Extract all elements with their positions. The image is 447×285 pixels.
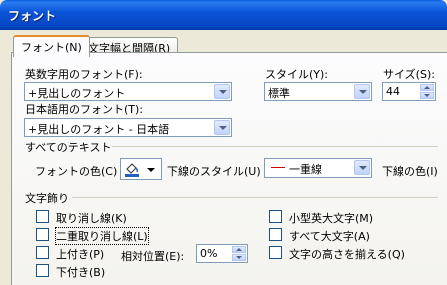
effects-heading: 文字飾り <box>25 192 69 205</box>
strikethrough-label[interactable]: 取り消し線(K) <box>56 210 127 226</box>
underline-style-value: 一重線 <box>289 163 322 176</box>
effects-divider <box>72 197 438 198</box>
small-caps-checkbox[interactable] <box>269 210 282 223</box>
spin-down-icon[interactable] <box>232 254 246 261</box>
size-spin-arrows[interactable] <box>420 84 434 99</box>
offset-spinner[interactable]: 0% <box>196 244 248 263</box>
underline-style-dropdown-icon[interactable] <box>354 160 370 175</box>
title-bar: フォント <box>0 0 447 30</box>
size-value: 44 <box>386 85 400 98</box>
equalize-height-checkbox[interactable] <box>269 246 282 259</box>
spin-up-icon[interactable] <box>420 84 434 91</box>
underline-style-label: 下線のスタイル(U) <box>167 165 261 178</box>
spin-up-icon[interactable] <box>232 246 246 253</box>
spin-down-icon[interactable] <box>420 92 434 99</box>
jp-font-combo[interactable]: +見出しのフォント - 日本語 <box>24 118 232 137</box>
all-text-divider <box>112 146 438 147</box>
superscript-checkbox[interactable] <box>36 246 49 259</box>
all-caps-label[interactable]: すべて大文字(A) <box>289 228 370 244</box>
double-strikethrough-checkbox[interactable] <box>36 228 49 241</box>
subscript-label[interactable]: 下付き(B) <box>56 264 105 280</box>
underline-sample-line <box>271 167 285 168</box>
all-caps-checkbox[interactable] <box>269 228 282 241</box>
underline-color-label: 下線の色(I) <box>382 165 438 178</box>
subscript-checkbox[interactable] <box>36 264 49 277</box>
size-label: サイズ(S): <box>383 68 435 81</box>
font-color-label: フォントの色(C) <box>35 165 118 178</box>
offset-label: 相対位置(E): <box>121 250 185 263</box>
tab-font-label: フォント(N) <box>21 41 82 54</box>
latin-font-dropdown-icon[interactable] <box>214 84 230 99</box>
jp-font-label: 日本語用のフォント(T): <box>25 103 144 116</box>
latin-font-label: 英数字用のフォント(F): <box>25 68 143 81</box>
window-title: フォント <box>8 9 57 23</box>
underline-style-combo[interactable]: 一重線 <box>264 158 372 178</box>
offset-value: 0% <box>200 247 218 260</box>
jp-font-dropdown-icon[interactable] <box>214 120 230 135</box>
size-spinner[interactable]: 44 <box>382 82 436 101</box>
tab-font[interactable]: フォント(N) <box>13 35 90 57</box>
latin-font-value: +見出しのフォント <box>28 87 126 100</box>
small-caps-label[interactable]: 小型英大文字(M) <box>289 210 373 226</box>
all-text-heading: すべてのテキスト <box>25 141 112 154</box>
font-color-button[interactable] <box>120 158 162 180</box>
strikethrough-checkbox[interactable] <box>36 210 49 223</box>
jp-font-value: +見出しのフォント - 日本語 <box>28 123 170 136</box>
latin-font-combo[interactable]: +見出しのフォント <box>24 82 232 101</box>
offset-spin-arrows[interactable] <box>232 246 246 261</box>
equalize-height-label[interactable]: 文字の高さを揃える(Q) <box>289 246 405 262</box>
paint-bucket-icon <box>124 161 140 177</box>
chevron-down-icon <box>147 168 155 172</box>
style-dropdown-icon[interactable] <box>354 84 370 99</box>
style-combo[interactable]: 標準 <box>264 82 372 101</box>
style-value: 標準 <box>268 87 290 100</box>
double-strikethrough-label[interactable]: 二重取り消し線(L) <box>55 227 149 245</box>
superscript-label[interactable]: 上付き(P) <box>56 246 104 262</box>
style-label: スタイル(Y): <box>265 68 329 81</box>
